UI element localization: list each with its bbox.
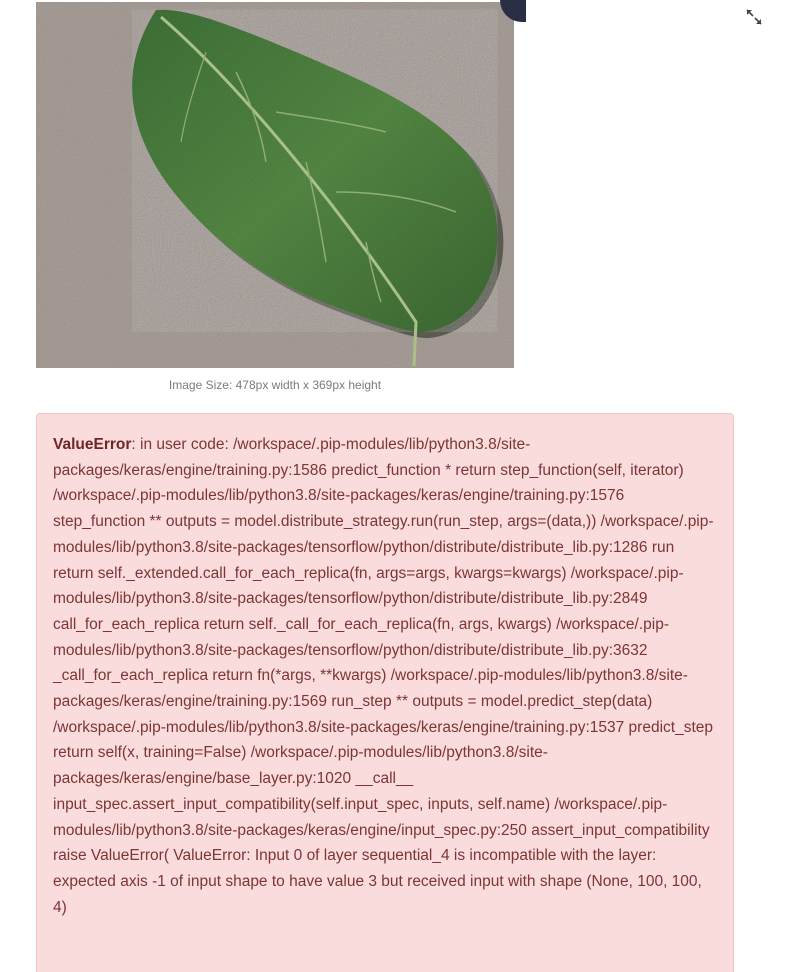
error-title: ValueError <box>53 436 132 453</box>
leaf-image <box>36 2 514 368</box>
fullscreen-button[interactable] <box>744 7 764 27</box>
error-message: : in user code: /workspace/.pip-modules/… <box>53 436 714 916</box>
image-caption: Image Size: 478px width x 369px height <box>168 378 382 392</box>
expand-icon <box>746 9 762 25</box>
streamlit-page: Image Size: 478px width x 369px height V… <box>0 0 788 972</box>
error-alert: ValueError: in user code: /workspace/.pi… <box>36 413 734 972</box>
leaf-photo <box>36 2 514 368</box>
